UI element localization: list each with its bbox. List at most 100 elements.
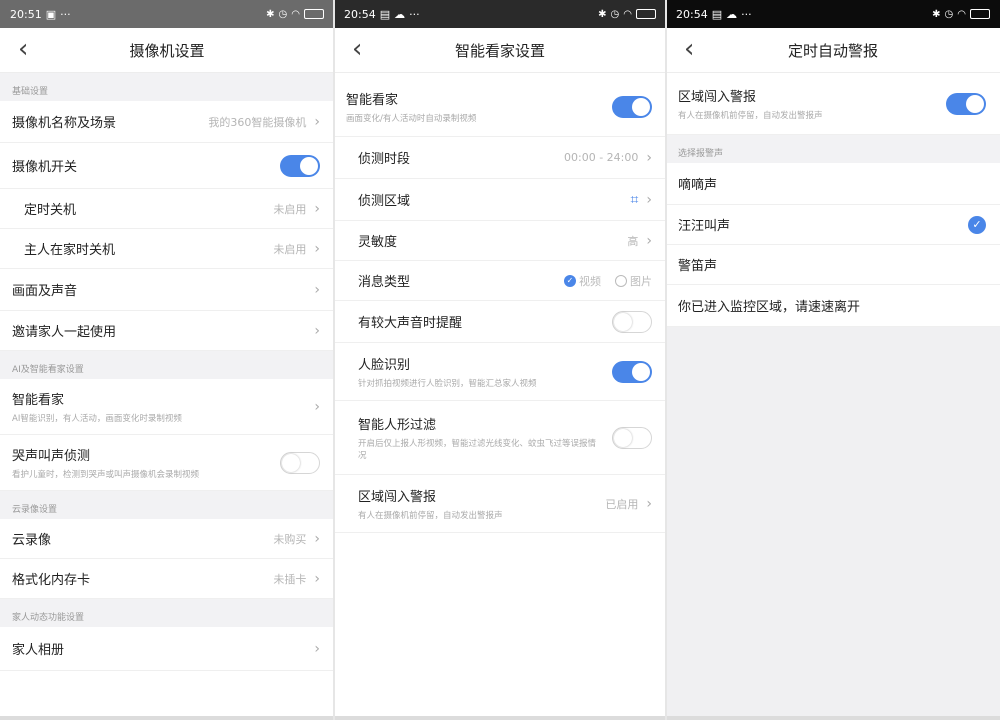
back-arrow-icon[interactable]: ‹ bbox=[18, 36, 28, 62]
wifi-icon: ◠ bbox=[291, 8, 300, 20]
bluetooth-icon: ✱ bbox=[266, 8, 275, 20]
row-loud-sound: 有较大声音时提醒 bbox=[334, 301, 666, 343]
radio-image[interactable]: 图片 bbox=[615, 273, 652, 289]
status-time: 20:54 bbox=[676, 7, 708, 21]
row-value: 我的360智能摄像机 bbox=[208, 115, 307, 129]
sound-option-voice[interactable]: 你已进入监控区域，请速速离开 bbox=[666, 285, 1000, 327]
chevron-right-icon: › bbox=[646, 191, 652, 208]
bluetooth-icon: ✱ bbox=[932, 8, 941, 20]
section-header-cloud: 云录像设置 bbox=[0, 491, 334, 519]
row-sensitivity[interactable]: 灵敏度 高 › bbox=[334, 221, 666, 261]
battery-icon bbox=[636, 9, 656, 19]
cry-detect-toggle[interactable] bbox=[280, 451, 320, 474]
nav-bar: ‹ 定时自动警报 bbox=[666, 28, 1000, 73]
row-label: 你已进入监控区域，请速速离开 bbox=[678, 300, 861, 315]
row-intrusion-alarm[interactable]: 区域闯入警报 有人在摄像机前停留，自动发出警报声 已启用 › bbox=[334, 475, 666, 533]
row-label: 智能看家 bbox=[12, 393, 65, 408]
battery-icon bbox=[304, 9, 324, 19]
row-label: 主人在家时关机 bbox=[24, 243, 116, 258]
row-msg-type: 消息类型 ✓ 视频 图片 bbox=[334, 261, 666, 301]
row-face-recog: 人脸识别 针对抓拍视频进行人脸识别，智能汇总家人视频 bbox=[334, 343, 666, 401]
alarm-icon: ◷ bbox=[610, 8, 620, 20]
row-value: 高 bbox=[627, 234, 639, 248]
screen-divider bbox=[665, 0, 667, 720]
row-smart-guard[interactable]: 智能看家 AI智能识别，有人活动，画面变化时录制视频 › bbox=[0, 379, 334, 435]
row-cloud-record[interactable]: 云录像 未购买 › bbox=[0, 519, 334, 559]
bottom-edge bbox=[334, 716, 666, 720]
row-label: 消息类型 bbox=[358, 275, 411, 290]
loud-sound-toggle[interactable] bbox=[612, 310, 652, 333]
row-label: 画面及声音 bbox=[12, 284, 78, 299]
radio-video[interactable]: ✓ 视频 bbox=[564, 273, 601, 289]
screen-divider bbox=[333, 0, 335, 720]
chevron-right-icon: › bbox=[314, 113, 320, 130]
sound-option-beep[interactable]: 嘀嘀声 bbox=[666, 163, 1000, 205]
row-value: 未启用 bbox=[273, 242, 307, 256]
row-human-filter: 智能人形过滤 开启后仅上报人形视频，智能过滤光线变化、蚊虫飞过等误报情况 bbox=[334, 401, 666, 475]
face-recog-toggle[interactable] bbox=[612, 360, 652, 383]
row-family-album[interactable]: 家人相册 › bbox=[0, 627, 334, 671]
human-filter-toggle[interactable] bbox=[612, 426, 652, 449]
chevron-right-icon: › bbox=[646, 232, 652, 249]
intrusion-alarm-toggle[interactable] bbox=[946, 92, 986, 115]
row-value: 未插卡 bbox=[273, 572, 307, 586]
section-header-basic: 基础设置 bbox=[0, 73, 334, 101]
row-timer-off[interactable]: 定时关机 未启用 › bbox=[0, 189, 334, 229]
row-camera-switch: 摄像机开关 bbox=[0, 143, 334, 189]
camera-settings-screen: 20:51 ▣ ··· ✱ ◷ ◠ ‹ 摄像机设置 基础设置 摄像机名称及场景 我的36… bbox=[0, 0, 334, 720]
status-cloud-icon: ☁ bbox=[394, 7, 406, 21]
chevron-right-icon: › bbox=[314, 322, 320, 339]
row-label: 邀请家人一起使用 bbox=[12, 325, 117, 340]
page-title: 摄像机设置 bbox=[129, 41, 205, 60]
section-header-sound: 选择报警声 bbox=[666, 135, 1000, 163]
row-label: 格式化内存卡 bbox=[12, 573, 91, 588]
row-cry-detect: 哭声叫声侦测 看护儿童时，检测到哭声或叫声摄像机会录制视频 bbox=[0, 435, 334, 491]
back-arrow-icon[interactable]: ‹ bbox=[352, 36, 362, 62]
row-label: 汪汪叫声 bbox=[678, 219, 731, 234]
sound-option-bark[interactable]: 汪汪叫声 ✓ bbox=[666, 205, 1000, 245]
radio-label: 图片 bbox=[630, 274, 652, 288]
row-home-off[interactable]: 主人在家时关机 未启用 › bbox=[0, 229, 334, 269]
status-bar: 20:54 ▤ ☁ ··· ✱ ◷ ◠ bbox=[666, 0, 1000, 28]
row-label: 区域闯入警报 bbox=[358, 490, 437, 505]
chevron-right-icon: › bbox=[314, 570, 320, 587]
sound-option-siren[interactable]: 警笛声 bbox=[666, 245, 1000, 285]
row-invite-family[interactable]: 邀请家人一起使用 › bbox=[0, 311, 334, 351]
status-signal-icon: ▤ bbox=[711, 7, 723, 21]
status-dots: ··· bbox=[741, 7, 752, 21]
page-title: 定时自动警报 bbox=[787, 41, 878, 60]
row-area[interactable]: 侦测区域 ⌗ › bbox=[334, 179, 666, 221]
row-intrusion-alarm: 区域闯入警报 有人在摄像机前停留，自动发出警报声 bbox=[666, 73, 1000, 135]
status-notification-icon: ▣ bbox=[45, 7, 57, 21]
section-header-ai: AI及智能看家设置 bbox=[0, 351, 334, 379]
status-bar: 20:54 ▤ ☁ ··· ✱ ◷ ◠ bbox=[334, 0, 666, 28]
battery-icon bbox=[970, 9, 990, 19]
row-desc: 有人在摄像机前停留，自动发出警报声 bbox=[358, 511, 503, 521]
bluetooth-icon: ✱ bbox=[598, 8, 607, 20]
smart-guard-toggle[interactable] bbox=[612, 95, 652, 118]
wifi-icon: ◠ bbox=[623, 8, 632, 20]
alarm-icon: ◷ bbox=[944, 8, 954, 20]
row-value: 未启用 bbox=[273, 202, 307, 216]
row-label: 有较大声音时提醒 bbox=[358, 316, 463, 331]
back-arrow-icon[interactable]: ‹ bbox=[684, 36, 694, 62]
row-label: 区域闯入警报 bbox=[678, 90, 757, 105]
row-name-scene[interactable]: 摄像机名称及场景 我的360智能摄像机 › bbox=[0, 101, 334, 143]
status-time: 20:51 bbox=[10, 7, 42, 21]
row-format-card[interactable]: 格式化内存卡 未插卡 › bbox=[0, 559, 334, 599]
row-period[interactable]: 侦测时段 00:00 - 24:00 › bbox=[334, 137, 666, 179]
row-desc: 看护儿童时，检测到哭声或叫声摄像机会录制视频 bbox=[12, 470, 200, 480]
row-smart-guard: 智能看家 画面变化/有人活动时自动录制视频 bbox=[334, 73, 666, 137]
row-label: 智能人形过滤 bbox=[358, 418, 437, 433]
camera-switch-toggle[interactable] bbox=[280, 154, 320, 177]
checkmark-icon: ✓ bbox=[968, 215, 986, 234]
status-signal-icon: ▤ bbox=[379, 7, 391, 21]
chevron-right-icon: › bbox=[314, 398, 320, 415]
chevron-right-icon: › bbox=[314, 281, 320, 298]
row-picture-sound[interactable]: 画面及声音 › bbox=[0, 269, 334, 311]
status-time: 20:54 bbox=[344, 7, 376, 21]
row-label: 侦测时段 bbox=[358, 152, 411, 167]
bottom-edge bbox=[0, 716, 334, 720]
row-value: 已启用 bbox=[605, 497, 639, 511]
row-label: 人脸识别 bbox=[358, 358, 411, 373]
